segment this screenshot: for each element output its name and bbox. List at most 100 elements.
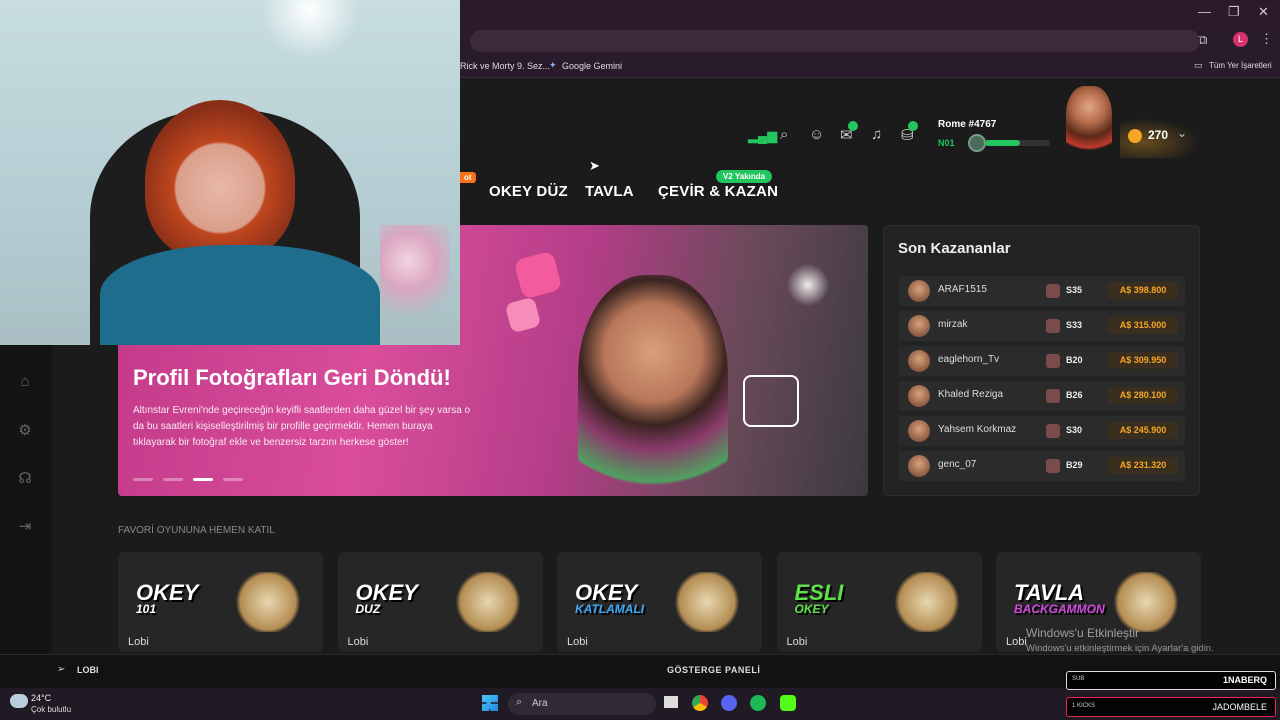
rank-badge-icon xyxy=(1046,459,1060,473)
folder-icon: ▭ xyxy=(1194,60,1203,70)
mouse-cursor: ➤ xyxy=(589,158,600,173)
kick-name: JADOMBELE xyxy=(1212,702,1267,712)
rank-badge-icon xyxy=(1046,389,1060,403)
winner-name[interactable]: ARAF1515 xyxy=(938,284,987,295)
game-logo-subtitle: KATLAMALI xyxy=(575,602,645,616)
taskbar-search[interactable]: ⌕ Ara xyxy=(508,693,656,715)
winner-avatar xyxy=(908,315,930,337)
winner-level: B29 xyxy=(1066,460,1083,470)
nav-cevir-kazan[interactable]: ÇEVİR & KAZAN xyxy=(658,183,778,200)
streamer-shirt xyxy=(100,245,380,345)
minimize-icon[interactable]: — xyxy=(1198,4,1211,19)
game-logo-subtitle: OKEY xyxy=(794,602,829,616)
bookmark-rick-morty[interactable]: Rick ve Morty 9. Sez... xyxy=(460,61,550,71)
restore-icon[interactable]: ❐ xyxy=(1228,4,1240,20)
winner-level: S33 xyxy=(1066,320,1083,330)
nav-tavla[interactable]: TAVLA xyxy=(585,183,634,200)
task-view-icon[interactable] xyxy=(664,696,678,708)
gemini-icon: ✦ xyxy=(549,60,557,70)
profile-avatar[interactable]: L xyxy=(1233,32,1248,47)
winner-name[interactable]: genc_07 xyxy=(938,459,976,470)
game-tiles-image xyxy=(1111,572,1181,632)
lobby-link[interactable]: Lobi xyxy=(348,636,369,648)
lobby-link[interactable]: Lobi xyxy=(567,636,588,648)
game-logo-subtitle: 101 xyxy=(136,602,157,616)
winner-amount: A$ 309.950 xyxy=(1108,352,1178,369)
search-icon[interactable]: ⌕ xyxy=(780,126,788,143)
winner-avatar xyxy=(908,420,930,442)
winner-amount: A$ 315.000 xyxy=(1108,317,1178,334)
coin-balance: 270 xyxy=(1148,128,1169,142)
bookmark-gemini[interactable]: Google Gemini xyxy=(562,61,622,71)
settings-sliders-icon[interactable]: ⚙ xyxy=(16,421,34,439)
chevron-down-icon[interactable]: ⌄ xyxy=(1177,126,1187,140)
more-menu-icon[interactable]: ⋮ xyxy=(1260,31,1273,47)
webcam-overlay xyxy=(0,0,460,345)
lobby-button[interactable]: LOBI xyxy=(77,665,99,675)
activation-title: Windows'u Etkinleştir xyxy=(1026,626,1139,640)
winner-row: Khaled Reziga B26 A$ 280.100 xyxy=(898,381,1185,411)
taskbar-search-text: Ara xyxy=(532,698,548,709)
username[interactable]: Rome #4767 xyxy=(938,119,996,130)
sparkle-decoration xyxy=(778,255,838,315)
flower-vase xyxy=(380,225,450,345)
lobby-link[interactable]: Lobi xyxy=(128,636,149,648)
send-icon: ➢ xyxy=(57,664,66,675)
windows-start-icon[interactable] xyxy=(482,695,498,711)
sub-name: 1NABERQ xyxy=(1222,675,1267,685)
spotify-icon[interactable] xyxy=(750,695,766,711)
friends-icon[interactable]: ☺ xyxy=(809,126,824,143)
winner-name[interactable]: Khaled Reziga xyxy=(938,389,1003,400)
support-headset-icon[interactable]: ☊ xyxy=(16,469,34,487)
user-avatar[interactable] xyxy=(1066,86,1112,156)
wallet-notification-dot xyxy=(908,121,918,131)
game-card[interactable]: OKEY DUZ Lobi xyxy=(337,552,543,652)
dashboard-button[interactable]: GÖSTERGE PANELİ xyxy=(667,665,760,675)
winner-row: mirzak S33 A$ 315.000 xyxy=(898,311,1185,341)
winner-name[interactable]: mirzak xyxy=(938,319,967,330)
game-tiles-image xyxy=(233,572,303,632)
discord-icon[interactable] xyxy=(721,695,737,711)
carousel-dot[interactable] xyxy=(193,478,213,481)
lobby-link[interactable]: Lobi xyxy=(1006,636,1027,648)
game-logo-subtitle: BACKGAMMON xyxy=(1014,602,1105,616)
winner-avatar xyxy=(908,350,930,372)
winners-title: Son Kazananlar xyxy=(898,240,1011,257)
winner-amount: A$ 398.800 xyxy=(1108,282,1178,299)
weather-temp: 24°C xyxy=(31,693,52,703)
winner-name[interactable]: Yahsem Korkmaz xyxy=(938,424,1016,435)
carousel-dot[interactable] xyxy=(133,478,153,481)
all-bookmarks[interactable]: Tüm Yer İşaretleri xyxy=(1209,61,1272,70)
kick-alert: 1 KICKS JADOMBELE xyxy=(1066,697,1276,717)
close-icon[interactable]: ✕ xyxy=(1258,4,1269,20)
winner-row: eaglehorn_Tv B20 A$ 309.950 xyxy=(898,346,1185,376)
sub-alert: SUB 1NABERQ xyxy=(1066,671,1276,690)
rank-badge-icon xyxy=(1046,284,1060,298)
lobby-link[interactable]: Lobi xyxy=(787,636,808,648)
favorites-label: FAVORİ OYUNUNA HEMEN KATIL xyxy=(118,525,275,536)
tag-icon[interactable]: ⌂ xyxy=(16,373,34,391)
image-upload-icon xyxy=(743,375,799,427)
game-card[interactable]: OKEY 101 Lobi xyxy=(118,552,323,652)
winner-avatar xyxy=(908,455,930,477)
logout-icon[interactable]: ⇥ xyxy=(16,517,34,535)
chrome-icon[interactable] xyxy=(692,695,708,711)
winner-amount: A$ 280.100 xyxy=(1108,387,1178,404)
kick-app-icon[interactable] xyxy=(780,695,796,711)
game-card[interactable]: OKEY KATLAMALI Lobi xyxy=(557,552,762,652)
carousel-dot[interactable] xyxy=(163,478,183,481)
level-badge-icon xyxy=(968,134,986,152)
left-rail: ⌂ ⚙ ☊ ⇥ xyxy=(0,345,52,655)
user-level: N01 xyxy=(938,138,955,148)
winner-name[interactable]: eaglehorn_Tv xyxy=(938,354,999,365)
music-icon[interactable]: ♫ xyxy=(871,126,882,143)
winner-avatar xyxy=(908,280,930,302)
winner-avatar xyxy=(908,385,930,407)
sub-label: SUB xyxy=(1072,676,1085,682)
hero-title: Profil Fotoğrafları Geri Döndü! xyxy=(133,365,451,390)
game-card[interactable]: ESLI OKEY Lobi xyxy=(776,552,982,652)
kick-label: 1 KICKS xyxy=(1072,703,1096,709)
carousel-dot[interactable] xyxy=(223,478,243,481)
address-bar[interactable] xyxy=(470,30,1200,52)
nav-okey-duz[interactable]: OKEY DÜZ xyxy=(489,183,568,200)
